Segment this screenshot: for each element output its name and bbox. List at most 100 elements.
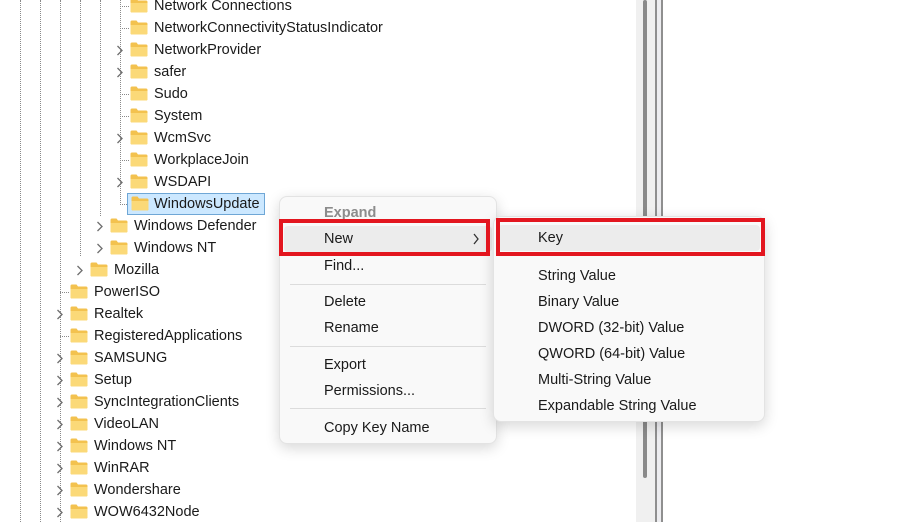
menu-item-label: Rename <box>324 320 379 336</box>
menu-item-delete[interactable]: Delete <box>284 289 492 315</box>
menu-item-label: QWORD (64-bit) Value <box>538 346 686 362</box>
menu-item-label: New <box>324 231 354 247</box>
tree-item-label[interactable]: Wondershare <box>91 479 184 501</box>
tree-item-label[interactable]: WcmSvc <box>151 127 214 149</box>
menu-item-copy-key-name[interactable]: Copy Key Name <box>284 415 492 441</box>
tree-item-label[interactable]: Setup <box>91 369 135 391</box>
tree-item-label[interactable]: Windows NT <box>131 237 219 259</box>
tree-item[interactable]: NetworkProvider <box>0 39 636 61</box>
tree-item-label[interactable]: WSDAPI <box>151 171 214 193</box>
menu-item-label: Multi-String Value <box>538 372 652 388</box>
context-menu: Expand New Find... Delete Rename Export … <box>279 196 497 444</box>
menu-item-label: Copy Key Name <box>324 420 430 436</box>
submenu-item-binary-value[interactable]: Binary Value <box>498 289 760 315</box>
menu-item-label: Binary Value <box>538 294 620 310</box>
submenu-item-key[interactable]: Key <box>498 225 760 251</box>
tree-item-label[interactable]: NetworkProvider <box>151 39 264 61</box>
menu-separator <box>290 408 486 409</box>
tree-item[interactable]: safer <box>0 61 636 83</box>
tree-item-label[interactable]: Network Connections <box>151 0 295 17</box>
menu-item-permissions[interactable]: Permissions... <box>284 378 492 404</box>
tree-item-label[interactable]: Windows NT <box>91 435 179 457</box>
tree-item-label[interactable]: Realtek <box>91 303 146 325</box>
menu-item-label: DWORD (32-bit) Value <box>538 320 685 336</box>
tree-item[interactable]: Sudo <box>0 83 636 105</box>
tree-item-label[interactable]: WorkplaceJoin <box>151 149 252 171</box>
folder-icon <box>130 130 148 145</box>
menu-item-export[interactable]: Export <box>284 352 492 378</box>
menu-item-label: Delete <box>324 294 366 310</box>
folder-icon <box>70 306 88 321</box>
chevron-right-icon[interactable] <box>54 413 66 435</box>
tree-item[interactable]: WinRAR <box>0 457 636 479</box>
chevron-right-icon[interactable] <box>114 39 126 61</box>
tree-item[interactable]: Wondershare <box>0 479 636 501</box>
chevron-right-icon <box>472 226 480 254</box>
tree-item-label[interactable]: SAMSUNG <box>91 347 170 369</box>
tree-connector <box>120 116 129 117</box>
tree-connector <box>60 292 69 293</box>
chevron-right-icon[interactable] <box>114 171 126 193</box>
tree-item-label[interactable]: NetworkConnectivityStatusIndicator <box>151 17 386 39</box>
tree-item-label[interactable]: safer <box>151 61 189 83</box>
chevron-right-icon[interactable] <box>54 369 66 391</box>
tree-item[interactable]: System <box>0 105 636 127</box>
tree-item-label[interactable]: WinRAR <box>91 457 153 479</box>
submenu-item-multi-string-value[interactable]: Multi-String Value <box>498 367 760 393</box>
tree-connector <box>120 28 129 29</box>
menu-item-label: Export <box>324 357 366 373</box>
tree-item-label[interactable]: Sudo <box>151 83 191 105</box>
chevron-right-icon[interactable] <box>114 127 126 149</box>
tree-item-label[interactable]: VideoLAN <box>91 413 162 435</box>
folder-icon <box>130 20 148 35</box>
menu-item-label: Expandable String Value <box>538 398 697 414</box>
chevron-right-icon[interactable] <box>94 215 106 237</box>
tree-item[interactable]: NetworkConnectivityStatusIndicator <box>0 17 636 39</box>
chevron-right-icon[interactable] <box>114 61 126 83</box>
folder-icon <box>130 0 148 13</box>
folder-icon <box>90 262 108 277</box>
tree-item-label[interactable]: Windows Defender <box>131 215 260 237</box>
folder-icon <box>70 438 88 453</box>
submenu-item-string-value[interactable]: String Value <box>498 263 760 289</box>
folder-icon <box>70 350 88 365</box>
folder-icon <box>70 460 88 475</box>
tree-item-label[interactable]: System <box>151 105 205 127</box>
folder-icon <box>130 108 148 123</box>
submenu-item-expandable-string-value[interactable]: Expandable String Value <box>498 393 760 419</box>
chevron-right-icon[interactable] <box>54 479 66 501</box>
chevron-right-icon[interactable] <box>94 237 106 259</box>
tree-item-label[interactable]: SyncIntegrationClients <box>91 391 242 413</box>
chevron-right-icon[interactable] <box>54 391 66 413</box>
tree-item-label[interactable]: PowerISO <box>91 281 163 303</box>
tree-item[interactable]: Network Connections <box>0 0 636 17</box>
menu-separator <box>290 346 486 347</box>
folder-icon <box>130 86 148 101</box>
menu-item-rename[interactable]: Rename <box>284 315 492 341</box>
folder-icon <box>70 482 88 497</box>
chevron-right-icon[interactable] <box>54 457 66 479</box>
menu-item-expand: Expand <box>284 200 492 226</box>
menu-item-label: Permissions... <box>324 383 416 399</box>
chevron-right-icon[interactable] <box>54 501 66 522</box>
menu-item-find[interactable]: Find... <box>284 253 492 279</box>
tree-item[interactable]: WOW6432Node <box>0 501 636 522</box>
menu-item-label: Find... <box>324 258 365 274</box>
tree-item-label[interactable]: Mozilla <box>111 259 162 281</box>
tree-item[interactable]: WorkplaceJoin <box>0 149 636 171</box>
submenu-item-dword-value[interactable]: DWORD (32-bit) Value <box>498 315 760 341</box>
chevron-right-icon[interactable] <box>54 435 66 457</box>
menu-item-label: Expand <box>324 205 377 221</box>
submenu-item-qword-value[interactable]: QWORD (64-bit) Value <box>498 341 760 367</box>
tree-item[interactable]: WcmSvc <box>0 127 636 149</box>
chevron-right-icon[interactable] <box>54 303 66 325</box>
folder-icon <box>130 174 148 189</box>
tree-connector <box>60 336 69 337</box>
tree-item-label[interactable]: RegisteredApplications <box>91 325 245 347</box>
chevron-right-icon[interactable] <box>74 259 86 281</box>
chevron-right-icon[interactable] <box>54 347 66 369</box>
menu-item-new[interactable]: New <box>284 226 492 252</box>
tree-connector <box>120 160 129 161</box>
tree-item-label[interactable]: WOW6432Node <box>91 501 203 522</box>
tree-item[interactable]: WSDAPI <box>0 171 636 193</box>
